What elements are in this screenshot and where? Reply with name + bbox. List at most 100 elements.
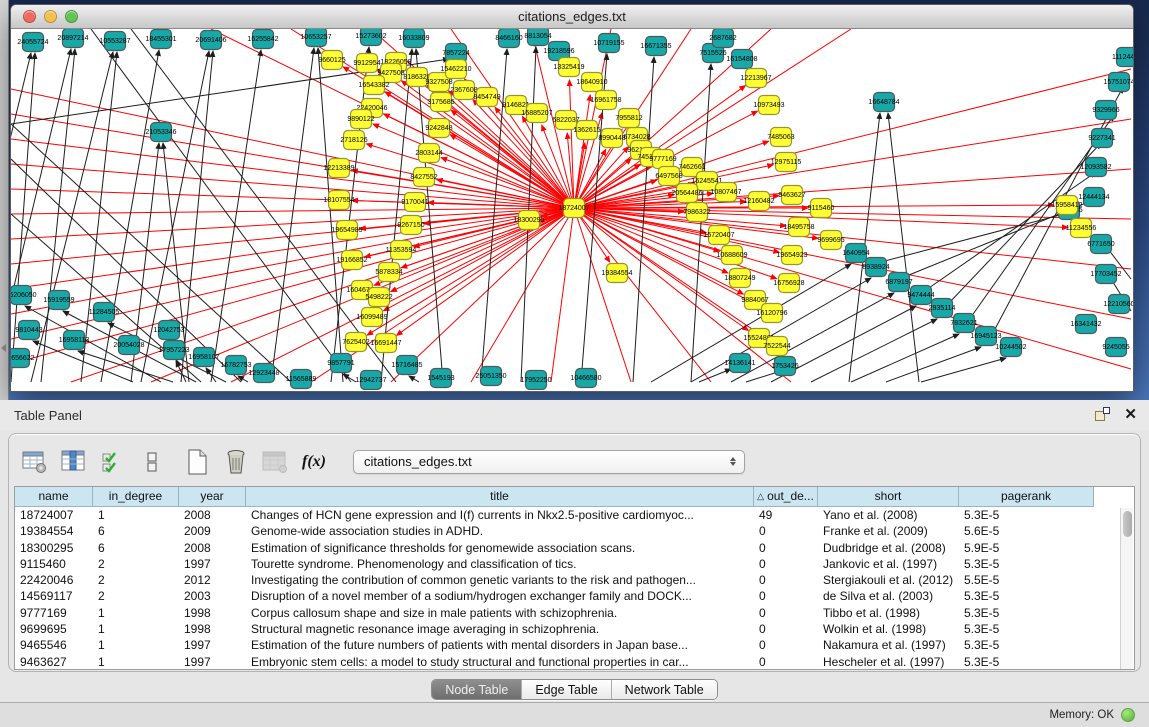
- citation-edge[interactable]: [11, 208, 574, 364]
- citation-edge[interactable]: [409, 376, 419, 382]
- column-header-year[interactable]: year: [179, 487, 246, 507]
- citation-edge[interactable]: [91, 29, 351, 382]
- node-label: 6771650: [1087, 241, 1114, 248]
- status-bar: Memory: OK: [0, 702, 1149, 727]
- table-header-row: namein_degreeyeartitle△out_de...shortpag…: [15, 487, 1134, 507]
- node-label: 16958107: [188, 354, 219, 361]
- table-row[interactable]: 946554611997Estimation of the future num…: [15, 637, 1134, 653]
- close-panel-icon[interactable]: ✕: [1124, 407, 1137, 422]
- select-column-icon[interactable]: [60, 449, 88, 475]
- node-label: 19654923: [776, 252, 807, 259]
- table-cell: Estimation of significance thresholds fo…: [246, 540, 754, 556]
- node-label: 20564486: [671, 190, 702, 197]
- citation-network-graph[interactable]: 2405572420897214105532871845530120691406…: [11, 29, 1133, 390]
- table-cell: 18724007: [15, 507, 93, 523]
- node-label: 18640910: [576, 79, 607, 86]
- panel-collapse-arrow-icon[interactable]: [1, 344, 6, 352]
- minimize-window-button[interactable]: [44, 10, 57, 23]
- node-label: 6879197: [885, 279, 912, 286]
- function-builder-icon[interactable]: f(x): [300, 449, 328, 475]
- close-window-button[interactable]: [23, 10, 36, 23]
- table-cell: 1997: [179, 654, 246, 670]
- table-row[interactable]: 977716911998Corpus callosum shape and si…: [15, 605, 1134, 621]
- node-label: 25206050: [11, 292, 37, 299]
- node-label: 9890122: [347, 116, 374, 123]
- table-panel: Table Panel ✕: [0, 400, 1149, 727]
- column-header-in_degree[interactable]: in_degree: [93, 487, 179, 507]
- node-label: 10807467: [710, 189, 741, 196]
- citation-edge[interactable]: [569, 80, 574, 208]
- node-label: 9329966: [1092, 107, 1119, 114]
- node-label: 16120796: [756, 310, 787, 317]
- node-label: 18807249: [724, 275, 755, 282]
- column-header-name[interactable]: name: [15, 487, 93, 507]
- citation-edge[interactable]: [886, 347, 981, 382]
- citation-edge[interactable]: [699, 369, 731, 382]
- modify-table-icon[interactable]: [21, 449, 49, 475]
- node-label: 7625402: [342, 339, 369, 346]
- table-row[interactable]: 969969511998Structural magnetic resonanc…: [15, 621, 1134, 637]
- table-cell: Structural magnetic resonance image aver…: [246, 621, 754, 637]
- table-cell: 1: [93, 605, 179, 621]
- table-row[interactable]: 1830029562008Estimation of significance …: [15, 540, 1134, 556]
- node-label: 16543382: [358, 82, 389, 89]
- citation-edge[interactable]: [574, 95, 590, 208]
- table-cell: 1997: [179, 637, 246, 653]
- table-cell: 2: [93, 588, 179, 604]
- node-label: 5498222: [365, 294, 392, 301]
- table-panel-header: Table Panel ✕: [0, 400, 1149, 430]
- citation-edge[interactable]: [921, 358, 1006, 382]
- memory-status-indicator[interactable]: [1121, 708, 1135, 722]
- citation-edge[interactable]: [551, 208, 574, 382]
- column-header-title[interactable]: title: [246, 487, 754, 507]
- table-cell: 18300295: [15, 540, 93, 556]
- node-label: 15751074: [1103, 79, 1133, 86]
- node-label: 16648784: [868, 99, 899, 106]
- citation-edge[interactable]: [574, 69, 1131, 208]
- table-cell: Corpus callosum shape and size in male p…: [246, 605, 754, 621]
- delete-table-icon[interactable]: [222, 449, 250, 475]
- table-cell: Nakamura et al. (1997): [818, 637, 959, 653]
- node-label: 10973493: [753, 102, 784, 109]
- table-row[interactable]: 1456911722003Disruption of a novel membe…: [15, 588, 1134, 604]
- node-label: 8427552: [410, 174, 437, 181]
- table-row[interactable]: 946362711997Embryonic stem cells: a mode…: [15, 654, 1134, 670]
- new-table-icon[interactable]: [183, 449, 211, 475]
- table-vertical-scrollbar[interactable]: [1120, 508, 1133, 669]
- select-all-icon[interactable]: [99, 449, 127, 475]
- scrollbar-thumb[interactable]: [1123, 511, 1132, 537]
- float-panel-icon[interactable]: [1095, 407, 1110, 422]
- window-titlebar[interactable]: citations_edges.txt: [11, 5, 1133, 29]
- node-label: 25051350: [475, 373, 506, 380]
- citation-edge[interactable]: [352, 170, 574, 208]
- table-row[interactable]: 911546021997Tourette syndrome. Phenomeno…: [15, 556, 1134, 572]
- table-cell: 0: [754, 605, 818, 621]
- citation-edge[interactable]: [78, 351, 173, 382]
- citation-edge[interactable]: [271, 48, 314, 382]
- node-label: 20691406: [195, 37, 226, 44]
- node-label: 12975115: [771, 159, 802, 166]
- column-header-out_de[interactable]: △out_de...: [754, 487, 818, 507]
- node-label: 7485063: [767, 134, 794, 141]
- node-label: 12213967: [740, 75, 771, 82]
- table-row[interactable]: 1938455462009Genome-wide association stu…: [15, 523, 1134, 539]
- table-select-dropdown[interactable]: citations_edges.txt: [353, 450, 745, 474]
- column-header-short[interactable]: short: [818, 487, 959, 507]
- table-row[interactable]: 1872400712008Changes of HCN gene express…: [15, 507, 1134, 523]
- network-canvas[interactable]: 2405572420897214105532871845530120691406…: [11, 29, 1133, 390]
- table-row[interactable]: 2242004622012Investigating the contribut…: [15, 572, 1134, 588]
- citation-edge[interactable]: [11, 124, 291, 382]
- column-header-pagerank[interactable]: pagerank: [959, 487, 1094, 507]
- import-table-icon: [261, 449, 289, 475]
- tab-network-table[interactable]: Network Table: [611, 680, 717, 699]
- tab-edge-table[interactable]: Edge Table: [521, 680, 610, 699]
- node-label: 16671355: [640, 43, 671, 50]
- network-view-window: citations_edges.txt 24055724208972141055…: [10, 4, 1134, 392]
- deselect-all-icon[interactable]: [138, 449, 166, 475]
- citation-edge[interactable]: [181, 51, 213, 382]
- zoom-window-button[interactable]: [65, 10, 78, 23]
- citation-edge[interactable]: [574, 208, 1131, 319]
- node-label: 2367608: [450, 87, 477, 94]
- citation-edge[interactable]: [211, 50, 261, 382]
- tab-node-table[interactable]: Node Table: [432, 680, 521, 699]
